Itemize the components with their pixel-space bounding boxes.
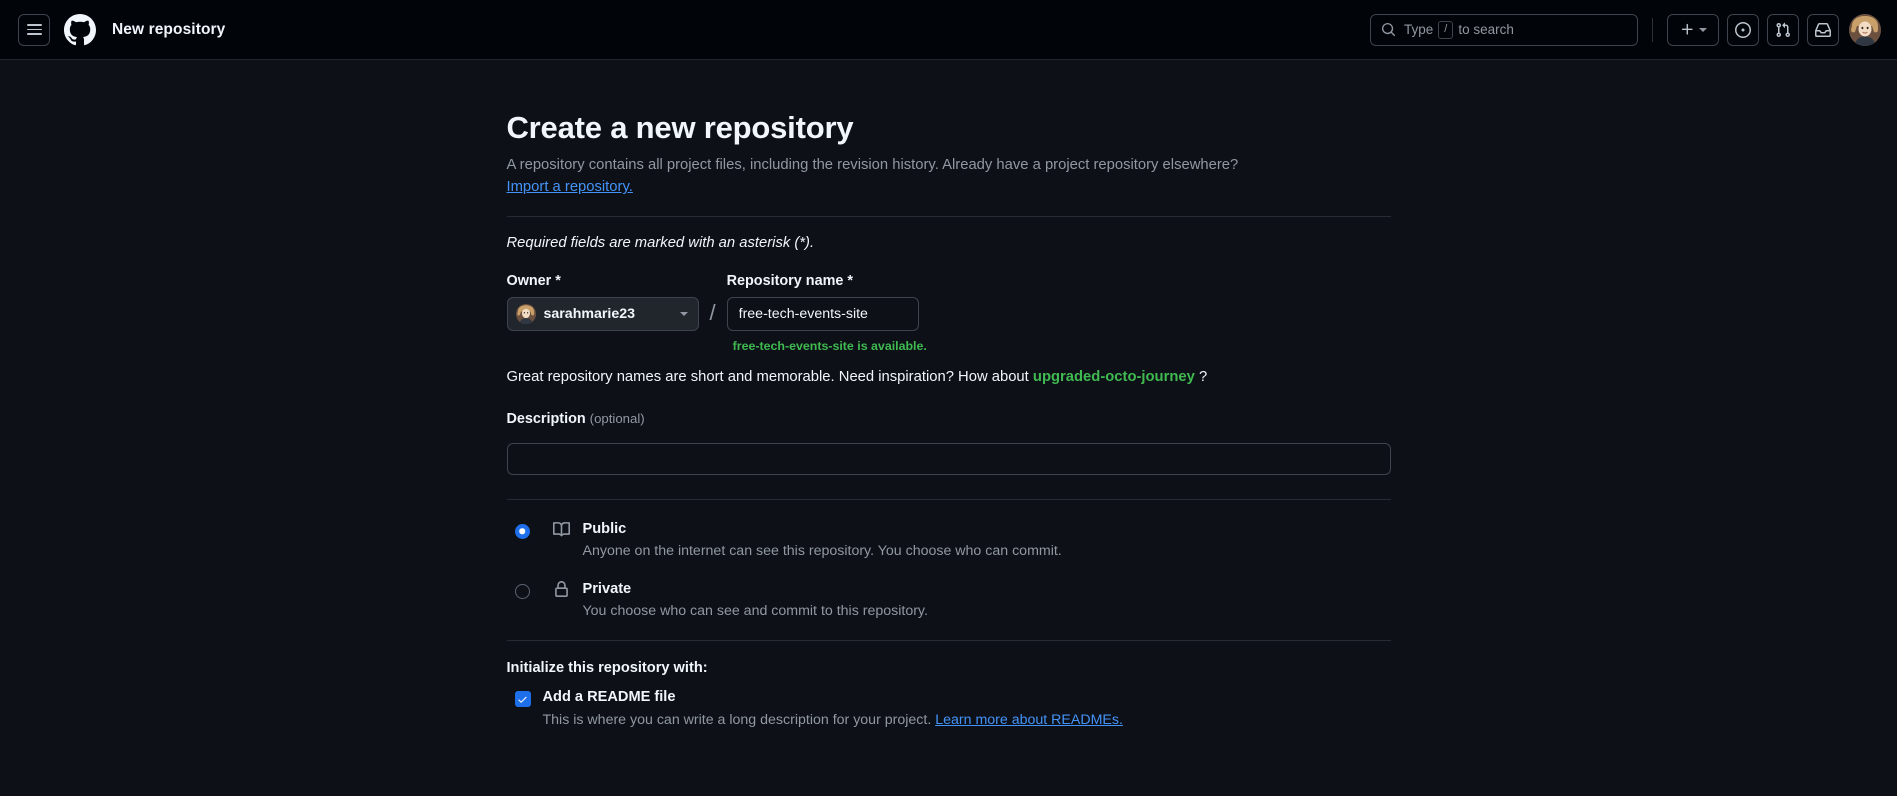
divider xyxy=(506,215,1391,217)
initialize-heading: Initialize this repository with: xyxy=(506,660,708,677)
notifications-button[interactable] xyxy=(1807,13,1839,46)
repository-name-input[interactable] xyxy=(726,296,919,331)
visibility-option-public[interactable]: Public Anyone on the internet can see th… xyxy=(507,520,1391,561)
readme-description: This is where you can write a long descr… xyxy=(543,711,1391,730)
owner-name: sarahmarie23 xyxy=(543,305,636,322)
page-header-title: New repository xyxy=(112,20,226,38)
visibility-options: Public Anyone on the internet can see th… xyxy=(507,520,1391,621)
hamburger-bar xyxy=(26,33,42,35)
github-logo-icon[interactable] xyxy=(64,13,96,46)
search-placeholder: Type / to search xyxy=(1404,20,1514,39)
repository-name-label: Repository name * xyxy=(726,272,853,289)
name-suggestion: Great repository names are short and mem… xyxy=(507,369,1391,385)
import-repository-line: Import a repository. xyxy=(507,177,1391,198)
plus-icon xyxy=(1681,23,1693,35)
learn-more-readmes-link[interactable]: Learn more about READMEs. xyxy=(935,712,1123,728)
description-field: Description (optional) xyxy=(506,411,1391,475)
main-content: Create a new repository A repository con… xyxy=(0,60,1897,730)
public-description: Anyone on the internet can see this repo… xyxy=(582,542,1062,559)
private-radio[interactable] xyxy=(514,584,530,600)
suggestion-suffix: ? xyxy=(1198,368,1208,385)
public-radio[interactable] xyxy=(514,523,530,539)
search-icon xyxy=(1381,22,1396,37)
readme-checkbox[interactable] xyxy=(514,691,531,708)
description-label-text: Description xyxy=(506,410,586,427)
avatar[interactable] xyxy=(1849,13,1881,46)
private-option-text: Private You choose who can see and commi… xyxy=(583,580,928,621)
new-repository-form: Create a new repository A repository con… xyxy=(506,110,1391,730)
public-option-text: Public Anyone on the internet can see th… xyxy=(583,520,1062,561)
owner-repo-separator: / xyxy=(709,299,716,325)
chevron-down-icon xyxy=(679,311,688,316)
hamburger-bar xyxy=(26,28,42,31)
check-icon xyxy=(518,696,527,703)
hamburger-bar xyxy=(26,24,42,26)
import-repository-link[interactable]: Import a repository. xyxy=(507,179,633,195)
owner-field: Owner * sarahmarie23 xyxy=(506,272,699,331)
owner-label: Owner * xyxy=(506,272,561,289)
inbox-icon xyxy=(1815,22,1831,37)
readme-checkbox-row[interactable]: Add a README file xyxy=(507,689,1391,708)
header-divider xyxy=(1652,17,1653,42)
hamburger-menu-icon[interactable] xyxy=(18,13,50,46)
search-prefix: Type xyxy=(1404,22,1434,37)
initialize-section: Initialize this repository with: Add a R… xyxy=(507,660,1391,730)
app-header: New repository Type / to search xyxy=(0,0,1897,60)
divider xyxy=(506,640,1391,642)
repository-name-field: Repository name * free-tech-events-site … xyxy=(726,272,927,353)
suggested-repository-name[interactable]: upgraded-octo-journey xyxy=(1033,369,1195,385)
description-label: Description (optional) xyxy=(507,411,1391,427)
issues-button[interactable] xyxy=(1727,13,1759,46)
description-input[interactable] xyxy=(506,442,1391,475)
pull-requests-button[interactable] xyxy=(1767,13,1799,46)
chevron-down-icon xyxy=(1698,27,1707,32)
owner-select[interactable]: sarahmarie23 xyxy=(506,296,699,331)
divider xyxy=(506,498,1391,500)
suggestion-prefix: Great repository names are short and mem… xyxy=(506,368,1029,385)
search-suffix: to search xyxy=(1458,22,1514,37)
search-slash-key: / xyxy=(1438,20,1454,39)
repository-name-row: Owner * sarahmarie23 / Repository name *… xyxy=(506,272,1391,353)
lock-icon xyxy=(553,581,570,603)
availability-text: free-tech-events-site is available. xyxy=(732,338,927,353)
private-description: You choose who can see and commit to thi… xyxy=(582,603,928,620)
git-pull-request-icon xyxy=(1776,22,1791,37)
create-new-button[interactable] xyxy=(1667,13,1719,46)
required-fields-note: Required fields are marked with an aster… xyxy=(506,234,815,251)
avatar-image xyxy=(1849,13,1881,46)
search-input[interactable]: Type / to search xyxy=(1370,13,1638,46)
public-title: Public xyxy=(582,520,627,537)
page-subtitle: A repository contains all project files,… xyxy=(506,157,1239,173)
owner-avatar-image xyxy=(515,303,536,324)
readme-label[interactable]: Add a README file xyxy=(543,689,676,705)
readme-description-text: This is where you can write a long descr… xyxy=(542,712,932,729)
issue-opened-icon xyxy=(1735,21,1751,38)
private-title: Private xyxy=(582,581,632,598)
description-optional-tag: (optional) xyxy=(589,410,645,426)
repo-book-icon xyxy=(552,521,570,543)
availability-message: free-tech-events-site is available. xyxy=(727,339,927,353)
header-actions: Type / to search xyxy=(1370,13,1881,46)
owner-avatar xyxy=(515,303,536,324)
visibility-option-private[interactable]: Private You choose who can see and commi… xyxy=(507,580,1391,621)
page-title: Create a new repository xyxy=(506,110,854,145)
